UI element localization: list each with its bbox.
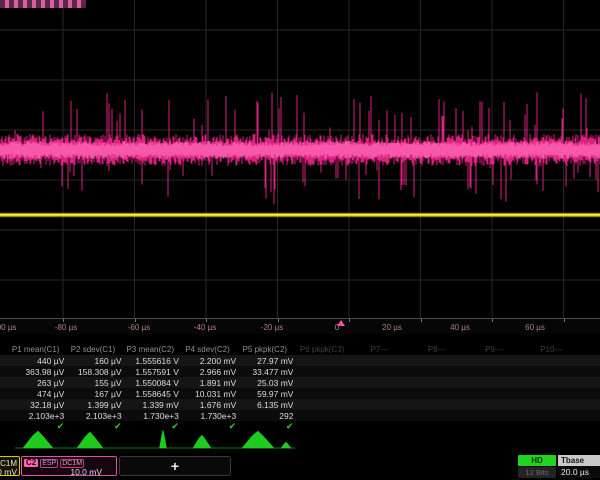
param-header[interactable]: P5 pkpk(C2): [236, 345, 293, 354]
table-row: 440 µV160 µV1.555616 V2.200 mV27.97 mV: [0, 355, 600, 366]
axis-tick: [492, 319, 493, 322]
param-value: 155 µV: [64, 378, 121, 388]
parameter-histicons: [0, 425, 600, 455]
axis-tick: [421, 319, 422, 322]
time-axis: -100 µs-80 µs-60 µs-40 µs-20 µs020 µs40 …: [0, 318, 600, 334]
time-axis-label: -40 µs: [194, 323, 216, 332]
time-axis-label: -60 µs: [128, 323, 150, 332]
param-header-unused[interactable]: P7---: [351, 345, 408, 354]
param-header-unused[interactable]: P10---: [523, 345, 580, 354]
param-header-unused[interactable]: P11: [580, 345, 600, 354]
measurement-table: P1 mean(C1)P2 sdev(C1)P3 mean(C2)P4 sdev…: [0, 343, 600, 431]
time-axis-label: -100 µs: [0, 323, 16, 332]
timebase-title: Tbase: [558, 455, 600, 466]
param-header[interactable]: P2 sdev(C1): [64, 345, 121, 354]
axis-tick: [278, 319, 279, 322]
oscilloscope-screen: -100 µs-80 µs-60 µs-40 µs-20 µs020 µs40 …: [0, 0, 600, 480]
param-value: 33.477 mV: [236, 367, 293, 377]
c2-label: C2: [24, 459, 38, 467]
c1-scale-value: 50.0 mV: [0, 468, 19, 477]
plus-icon: +: [171, 459, 179, 473]
param-value: 59.97 mV: [236, 389, 293, 399]
param-value: 292: [236, 411, 293, 421]
time-axis-label: -20 µs: [261, 323, 283, 332]
waveform-grid[interactable]: [0, 0, 600, 318]
axis-tick: [63, 319, 64, 322]
table-row: 263 µV155 µV1.550084 V1.891 mV25.03 mV: [0, 377, 600, 388]
waveform-plot: [0, 0, 600, 318]
trigger-time-marker-icon[interactable]: [337, 320, 345, 326]
param-value: 1.558645 V: [122, 389, 179, 399]
param-header[interactable]: P1 mean(C1): [7, 345, 64, 354]
param-value: 2.103e+3: [7, 411, 64, 421]
param-value: 32.18 µV: [7, 400, 64, 410]
param-value: 1.399 µV: [64, 400, 121, 410]
table-row: 2.103e+32.103e+31.730e+31.730e+3292: [0, 410, 600, 421]
channel-c2-descriptor[interactable]: C2 ESP DC1M 10.0 mV: [21, 456, 117, 476]
param-value: 1.730e+3: [122, 411, 179, 421]
descriptor-bar: DC1M 50.0 mV C2 ESP DC1M 10.0 mV + HD 12…: [0, 452, 600, 480]
param-value: 1.557591 V: [122, 367, 179, 377]
param-value: 1.891 mV: [179, 378, 236, 388]
param-value: 2.103e+3: [64, 411, 121, 421]
param-value: 1.730e+3: [179, 411, 236, 421]
param-header-unused[interactable]: P8---: [408, 345, 465, 354]
param-header[interactable]: P4 sdev(C2): [179, 345, 236, 354]
add-trace-button[interactable]: +: [119, 456, 231, 476]
param-value: 27.97 mV: [236, 356, 293, 366]
param-value: 263 µV: [7, 378, 64, 388]
param-value: 474 µV: [7, 389, 64, 399]
time-axis-label: 60 µs: [525, 323, 545, 332]
axis-tick: [206, 319, 207, 322]
param-header[interactable]: P3 mean(C2): [122, 345, 179, 354]
c2-esp-badge: ESP: [40, 459, 58, 468]
bit-depth-label: 12 Bits: [518, 467, 556, 478]
param-value: 160 µV: [64, 356, 121, 366]
time-axis-label: -80 µs: [55, 323, 77, 332]
table-row: 32.18 µV1.399 µV1.339 mV1.676 mV6.135 mV: [0, 399, 600, 410]
timebase-value: 20.0 µs: [558, 466, 600, 478]
axis-tick: [349, 319, 350, 322]
param-value: 25.03 mV: [236, 378, 293, 388]
param-value: 440 µV: [7, 356, 64, 366]
param-value: 167 µV: [64, 389, 121, 399]
param-value: 1.676 mV: [179, 400, 236, 410]
param-value: 363.98 µV: [7, 367, 64, 377]
table-row: 474 µV167 µV1.558645 V10.031 mV59.97 mV: [0, 388, 600, 399]
param-value: 1.339 mV: [122, 400, 179, 410]
param-header-unused[interactable]: P6 pkpk(C3): [293, 345, 350, 354]
param-value: 1.550084 V: [122, 378, 179, 388]
param-value: 1.555616 V: [122, 356, 179, 366]
time-axis-label: 40 µs: [450, 323, 470, 332]
channel-c1-descriptor[interactable]: DC1M 50.0 mV: [0, 456, 20, 476]
axis-tick: [564, 319, 565, 322]
param-value: 2.966 mV: [179, 367, 236, 377]
param-header-unused[interactable]: P9---: [465, 345, 522, 354]
table-row: 363.98 µV158.308 µV1.557591 V2.966 mV33.…: [0, 366, 600, 377]
hd-mode-badge: HD: [518, 455, 556, 466]
c2-scale-value: 10.0 mV: [22, 468, 116, 477]
trace-label-badge: [0, 0, 86, 8]
timebase-descriptor[interactable]: Tbase 20.0 µs: [558, 455, 600, 478]
param-value: 6.135 mV: [236, 400, 293, 410]
param-value: 10.031 mV: [179, 389, 236, 399]
param-value: 158.308 µV: [64, 367, 121, 377]
table-row: P1 mean(C1)P2 sdev(C1)P3 mean(C2)P4 sdev…: [0, 343, 600, 355]
axis-tick: [135, 319, 136, 322]
param-value: 2.200 mV: [179, 356, 236, 366]
time-axis-label: 20 µs: [382, 323, 402, 332]
